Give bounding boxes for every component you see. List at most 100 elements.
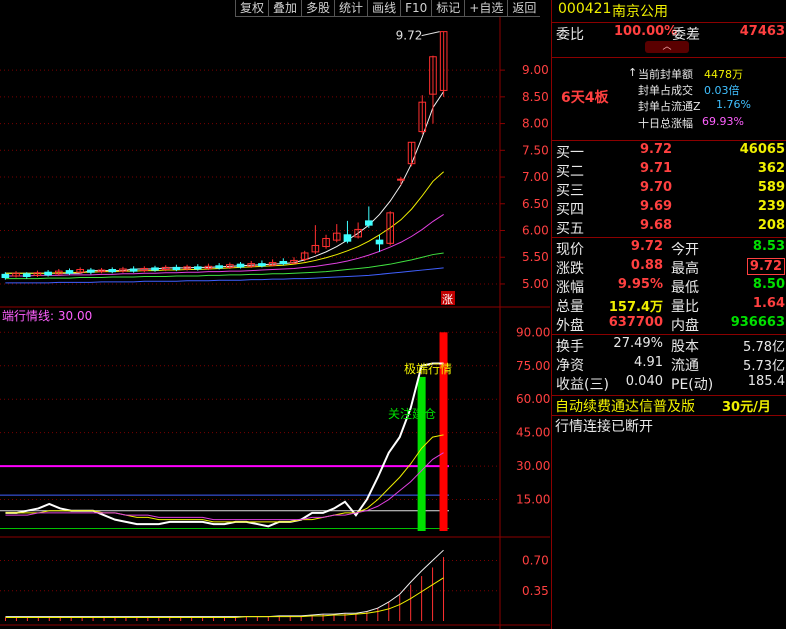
bid-volume: 239 (757, 199, 785, 214)
candle-body (365, 220, 373, 226)
bid-row[interactable]: 买四 9.69 239 (552, 199, 786, 219)
bid-row[interactable]: 买五 9.68 208 (552, 218, 786, 238)
toolbar-overlay-button[interactable]: 叠加 (268, 0, 302, 17)
price-axis-label: 5.50 (522, 250, 549, 264)
connection-status-row: 行情连接已断开 (552, 416, 786, 436)
bid-label: 买四 (556, 202, 584, 218)
toolbar-mark-button[interactable]: 标记 (431, 0, 465, 17)
candle-body (236, 263, 245, 268)
stat-label: 量比 (671, 299, 699, 315)
chart-toolbar: 复权 叠加 多股 统计 画线 F10 标记 +自选 返回 (235, 0, 541, 17)
bid-volume: 46065 (739, 142, 785, 157)
fundamental-value: 0.040 (625, 374, 663, 389)
stat-row: 总量 157.4万 量比 1.64 (552, 296, 786, 316)
toolbar-statistics-button[interactable]: 统计 (334, 0, 368, 17)
seal-ratio-label: 封单占成交 (638, 84, 693, 97)
seal-arrow-icon: ↑ (628, 66, 638, 79)
divider (552, 237, 786, 238)
volume-axis-label: 0.35 (522, 584, 549, 598)
bid-volume: 208 (757, 218, 785, 233)
price-axis-label: 9.00 (522, 63, 549, 77)
stat-label: 最高 (671, 261, 699, 277)
bid-price: 9.71 (640, 161, 673, 176)
candle-body (1, 273, 10, 279)
candle-body (215, 265, 223, 269)
toolbar-add-watchlist-button[interactable]: +自选 (464, 0, 508, 17)
stock-code: 000421 (558, 1, 612, 17)
bid-label: 买五 (556, 221, 584, 237)
stat-row: 现价 9.72 今开 8.53 (552, 239, 786, 259)
toolbar-f10-button[interactable]: F10 (400, 0, 432, 17)
stat-label: 内盘 (671, 318, 699, 334)
volume-average-line (5, 577, 444, 619)
bid-label: 买三 (556, 183, 584, 199)
fundamental-label: 换手 (556, 339, 584, 355)
candle-body (22, 273, 31, 277)
moving-average-line (5, 171, 444, 274)
chevron-up-icon: ︿ (662, 42, 672, 52)
stock-name: 南京公用 (612, 4, 668, 20)
toolbar-multi-stock-button[interactable]: 多股 (301, 0, 335, 17)
stat-value: 9.95% (617, 277, 663, 292)
stat-label: 最低 (671, 280, 699, 296)
ten-day-value: 69.93% (702, 115, 744, 128)
volume-axis-label: 0.70 (522, 554, 549, 568)
stat-value: 8.53 (752, 239, 785, 254)
stat-value: 8.50 (752, 277, 785, 292)
indicator-title: 端行情线: 30.00 (2, 309, 92, 323)
candle-body (87, 269, 95, 273)
stat-label: 涨幅 (556, 280, 584, 296)
bid-row[interactable]: 买一 9.72 46065 (552, 142, 786, 162)
bid-volume: 362 (757, 161, 785, 176)
candle-body (151, 267, 159, 271)
fundamental-row: 净资 4.91 流通 5.73亿 (552, 355, 786, 375)
ad-price[interactable]: 30元/月 (722, 396, 771, 415)
fundamental-value: 5.73亿 (743, 359, 785, 374)
toolbar-back-button[interactable]: 返回 (507, 0, 541, 17)
stat-row: 涨幅 9.95% 最低 8.50 (552, 277, 786, 297)
high-price-label: 9.72 (396, 29, 423, 43)
price-axis-label: 6.00 (522, 224, 549, 238)
stat-value: 637700 (608, 315, 663, 330)
indicator-axis-label: 15.00 (516, 493, 550, 507)
ad-text[interactable]: 自动续费通达信普及版 (555, 396, 695, 416)
indicator-axis-label: 60.00 (516, 392, 550, 406)
stat-value: 157.4万 (608, 300, 663, 315)
weibi-label: 委比 (556, 27, 584, 43)
collapse-toggle-button[interactable]: ︿ (645, 41, 689, 53)
build-position-label: 关注建仓 (388, 406, 436, 421)
chart-canvas[interactable]: 9.00 8.50 8.00 7.50 7.00 6.50 6.00 5.50 5.00 9.72… (0, 0, 550, 629)
indicator-series-line (5, 452, 444, 521)
stat-value: 9.72 (630, 239, 663, 254)
fundamental-row: 换手 27.49% 股本 5.78亿 (552, 336, 786, 356)
toolbar-draw-line-button[interactable]: 画线 (367, 0, 401, 17)
stat-value: 936663 (730, 315, 785, 330)
candle-body (108, 269, 117, 273)
stat-row: 外盘 637700 内盘 936663 (552, 315, 786, 335)
indicator-axis-label: 30.00 (516, 459, 550, 473)
fundamental-value: 185.4 (747, 374, 785, 389)
bid-row[interactable]: 买三 9.70 589 (552, 180, 786, 200)
seal-amount-label: 当前封单额 (638, 68, 693, 81)
ad-row[interactable]: 自动续费通达信普及版 30元/月 (552, 396, 786, 416)
stat-label: 外盘 (556, 318, 584, 334)
moving-average-line (5, 91, 445, 274)
kline-chart-area[interactable]: 9.00 8.50 8.00 7.50 7.00 6.50 6.00 5.50 5.00 9.72… (0, 0, 550, 629)
bid-price: 9.68 (640, 218, 673, 233)
bid-price: 9.72 (640, 142, 673, 157)
extreme-market-label: 极端行情 (404, 362, 452, 376)
seal-ratio-value: 0.03倍 (704, 84, 740, 97)
stat-value: 9.72 (746, 258, 785, 275)
fundamental-label: 股本 (671, 339, 699, 355)
divider (552, 57, 786, 58)
bid-row[interactable]: 买二 9.71 362 (552, 161, 786, 181)
candle-body (193, 266, 202, 270)
price-axis-label: 6.50 (522, 197, 549, 211)
toolbar-restore-rights-button[interactable]: 复权 (235, 0, 269, 17)
fundamental-row: 收益(三) 0.040 PE(动) 185.4 (552, 374, 786, 394)
fundamental-value: 5.78亿 (743, 340, 785, 355)
candle-body (129, 268, 138, 272)
stat-row: 涨跌 0.88 最高 9.72 (552, 258, 786, 278)
bid-price: 9.69 (640, 199, 673, 214)
seal-amount-value: 4478万 (704, 68, 743, 81)
